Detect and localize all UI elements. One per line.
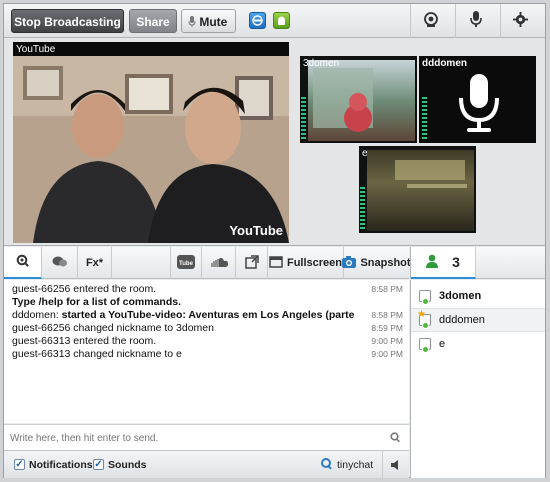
gear-icon [513, 12, 528, 30]
tinychat-label: tinychat [337, 459, 374, 471]
youtube-video[interactable]: YouTube YouTube [13, 42, 289, 243]
tab-chat[interactable] [4, 247, 42, 279]
tinychat-window: Stop Broadcasting Share Mute YouTube You… [3, 3, 546, 478]
top-toolbar: Stop Broadcasting Share Mute [4, 4, 545, 38]
cam-3domen[interactable]: 3domen [300, 56, 417, 143]
soundcloud-icon [209, 257, 229, 270]
webcam-icon [423, 11, 439, 31]
sounds-checkbox[interactable]: ✓ [93, 459, 104, 470]
user-item[interactable]: e [411, 332, 545, 356]
android-icon[interactable] [273, 12, 290, 29]
user-status-icon [419, 290, 431, 305]
search-chat-icon [16, 254, 30, 271]
microphone-icon [469, 11, 482, 31]
user-name: dddomen [439, 314, 485, 326]
cam-name: e [362, 148, 368, 159]
webcam-settings-button[interactable] [410, 4, 450, 38]
divider [382, 451, 383, 478]
chat-message: guest-66256 entered the room. 8:58 PM [12, 283, 403, 295]
chat-message: guest-66313 changed nickname to e 9:00 PM [12, 348, 403, 360]
video-frame [13, 56, 289, 243]
youtube-icon: Tube [177, 254, 195, 272]
chat-log: guest-66256 entered the room. 8:58 PM Typ… [4, 280, 409, 423]
settings-button[interactable] [500, 4, 540, 38]
tinychat-logo[interactable]: tinychat [321, 457, 373, 473]
video-label: YouTube [16, 44, 56, 55]
messenger-icon[interactable] [249, 12, 266, 29]
microphone-icon [188, 11, 196, 35]
snapshot-label: Snapshot [360, 257, 411, 269]
chat-username[interactable]: dddomen: [12, 309, 59, 321]
cam-feed [308, 60, 415, 141]
search-icon[interactable] [390, 432, 401, 446]
user-status-icon [419, 338, 431, 353]
cam-feed [367, 150, 474, 231]
user-count: 3 [452, 254, 460, 270]
sounds-label: Sounds [108, 459, 147, 471]
audio-meter [301, 96, 306, 139]
youtube-logo: YouTube [229, 223, 283, 238]
notifications-label: Notifications [29, 459, 93, 471]
camera-icon [342, 255, 357, 271]
chat-footer: ✓ Notifications ✓ Sounds tinychat [4, 450, 409, 478]
tab-effects[interactable]: Fx* [78, 247, 112, 279]
user-name: e [439, 338, 446, 350]
cam-dddomen[interactable]: dddomen [419, 56, 536, 143]
cam-e[interactable]: e [359, 146, 476, 233]
video-area: YouTube YouTube 3domen dddomen e [4, 38, 545, 246]
chat-tabs: Fx* Tube Fullscreen Snapshot [4, 247, 411, 279]
share-screen-button[interactable] [236, 247, 268, 279]
fullscreen-label: Fullscreen [286, 257, 343, 269]
mute-button[interactable]: Mute [181, 9, 236, 33]
mute-label: Mute [199, 15, 228, 29]
chat-message: Type /help for a list of commands. [12, 296, 181, 308]
snapshot-button[interactable]: Snapshot [342, 247, 411, 279]
chat-input[interactable] [10, 430, 380, 446]
user-icon [426, 254, 439, 271]
audio-meter [360, 186, 365, 229]
microphone-settings-button[interactable] [455, 4, 495, 38]
user-item[interactable]: 3domen [411, 284, 545, 308]
user-item[interactable]: ★ dddomen [411, 308, 545, 332]
user-list-header: ▶ 3 [410, 247, 545, 279]
cam-name: dddomen [422, 58, 467, 69]
youtube-button[interactable]: Tube [170, 247, 202, 279]
screen-share-icon [244, 254, 259, 272]
fx-label: Fx* [85, 257, 104, 269]
star-icon: ★ [417, 309, 426, 320]
fullscreen-icon [269, 255, 283, 271]
tinychat-icon [321, 457, 333, 473]
stop-broadcasting-button[interactable]: Stop Broadcasting [11, 9, 124, 33]
chat-message: guest-66313 entered the room. 9:00 PM [12, 335, 403, 347]
notifications-checkbox[interactable]: ✓ [14, 459, 25, 470]
tab-private-messages[interactable] [42, 247, 78, 279]
chat-input-row [4, 424, 409, 450]
soundcloud-button[interactable] [202, 247, 236, 279]
cam-name: 3domen [303, 58, 340, 69]
svg-text:Tube: Tube [179, 261, 194, 267]
tab-users[interactable]: 3 [411, 247, 476, 279]
user-status-icon: ★ [417, 309, 431, 329]
chat-message: guest-66256 changed nickname to 3domen 8:… [12, 322, 403, 334]
user-name: 3domen [439, 290, 482, 302]
chat-bubbles-icon [52, 255, 68, 272]
share-button[interactable]: Share [129, 9, 177, 33]
microphone-icon [457, 74, 501, 137]
fullscreen-button[interactable]: Fullscreen [268, 247, 344, 279]
user-list: 3domen ★ dddomen e [410, 280, 545, 478]
chat-message: dddomen: started a YouTube-video: Aventu… [12, 309, 403, 321]
volume-icon[interactable] [391, 460, 401, 473]
audio-meter [422, 96, 427, 139]
